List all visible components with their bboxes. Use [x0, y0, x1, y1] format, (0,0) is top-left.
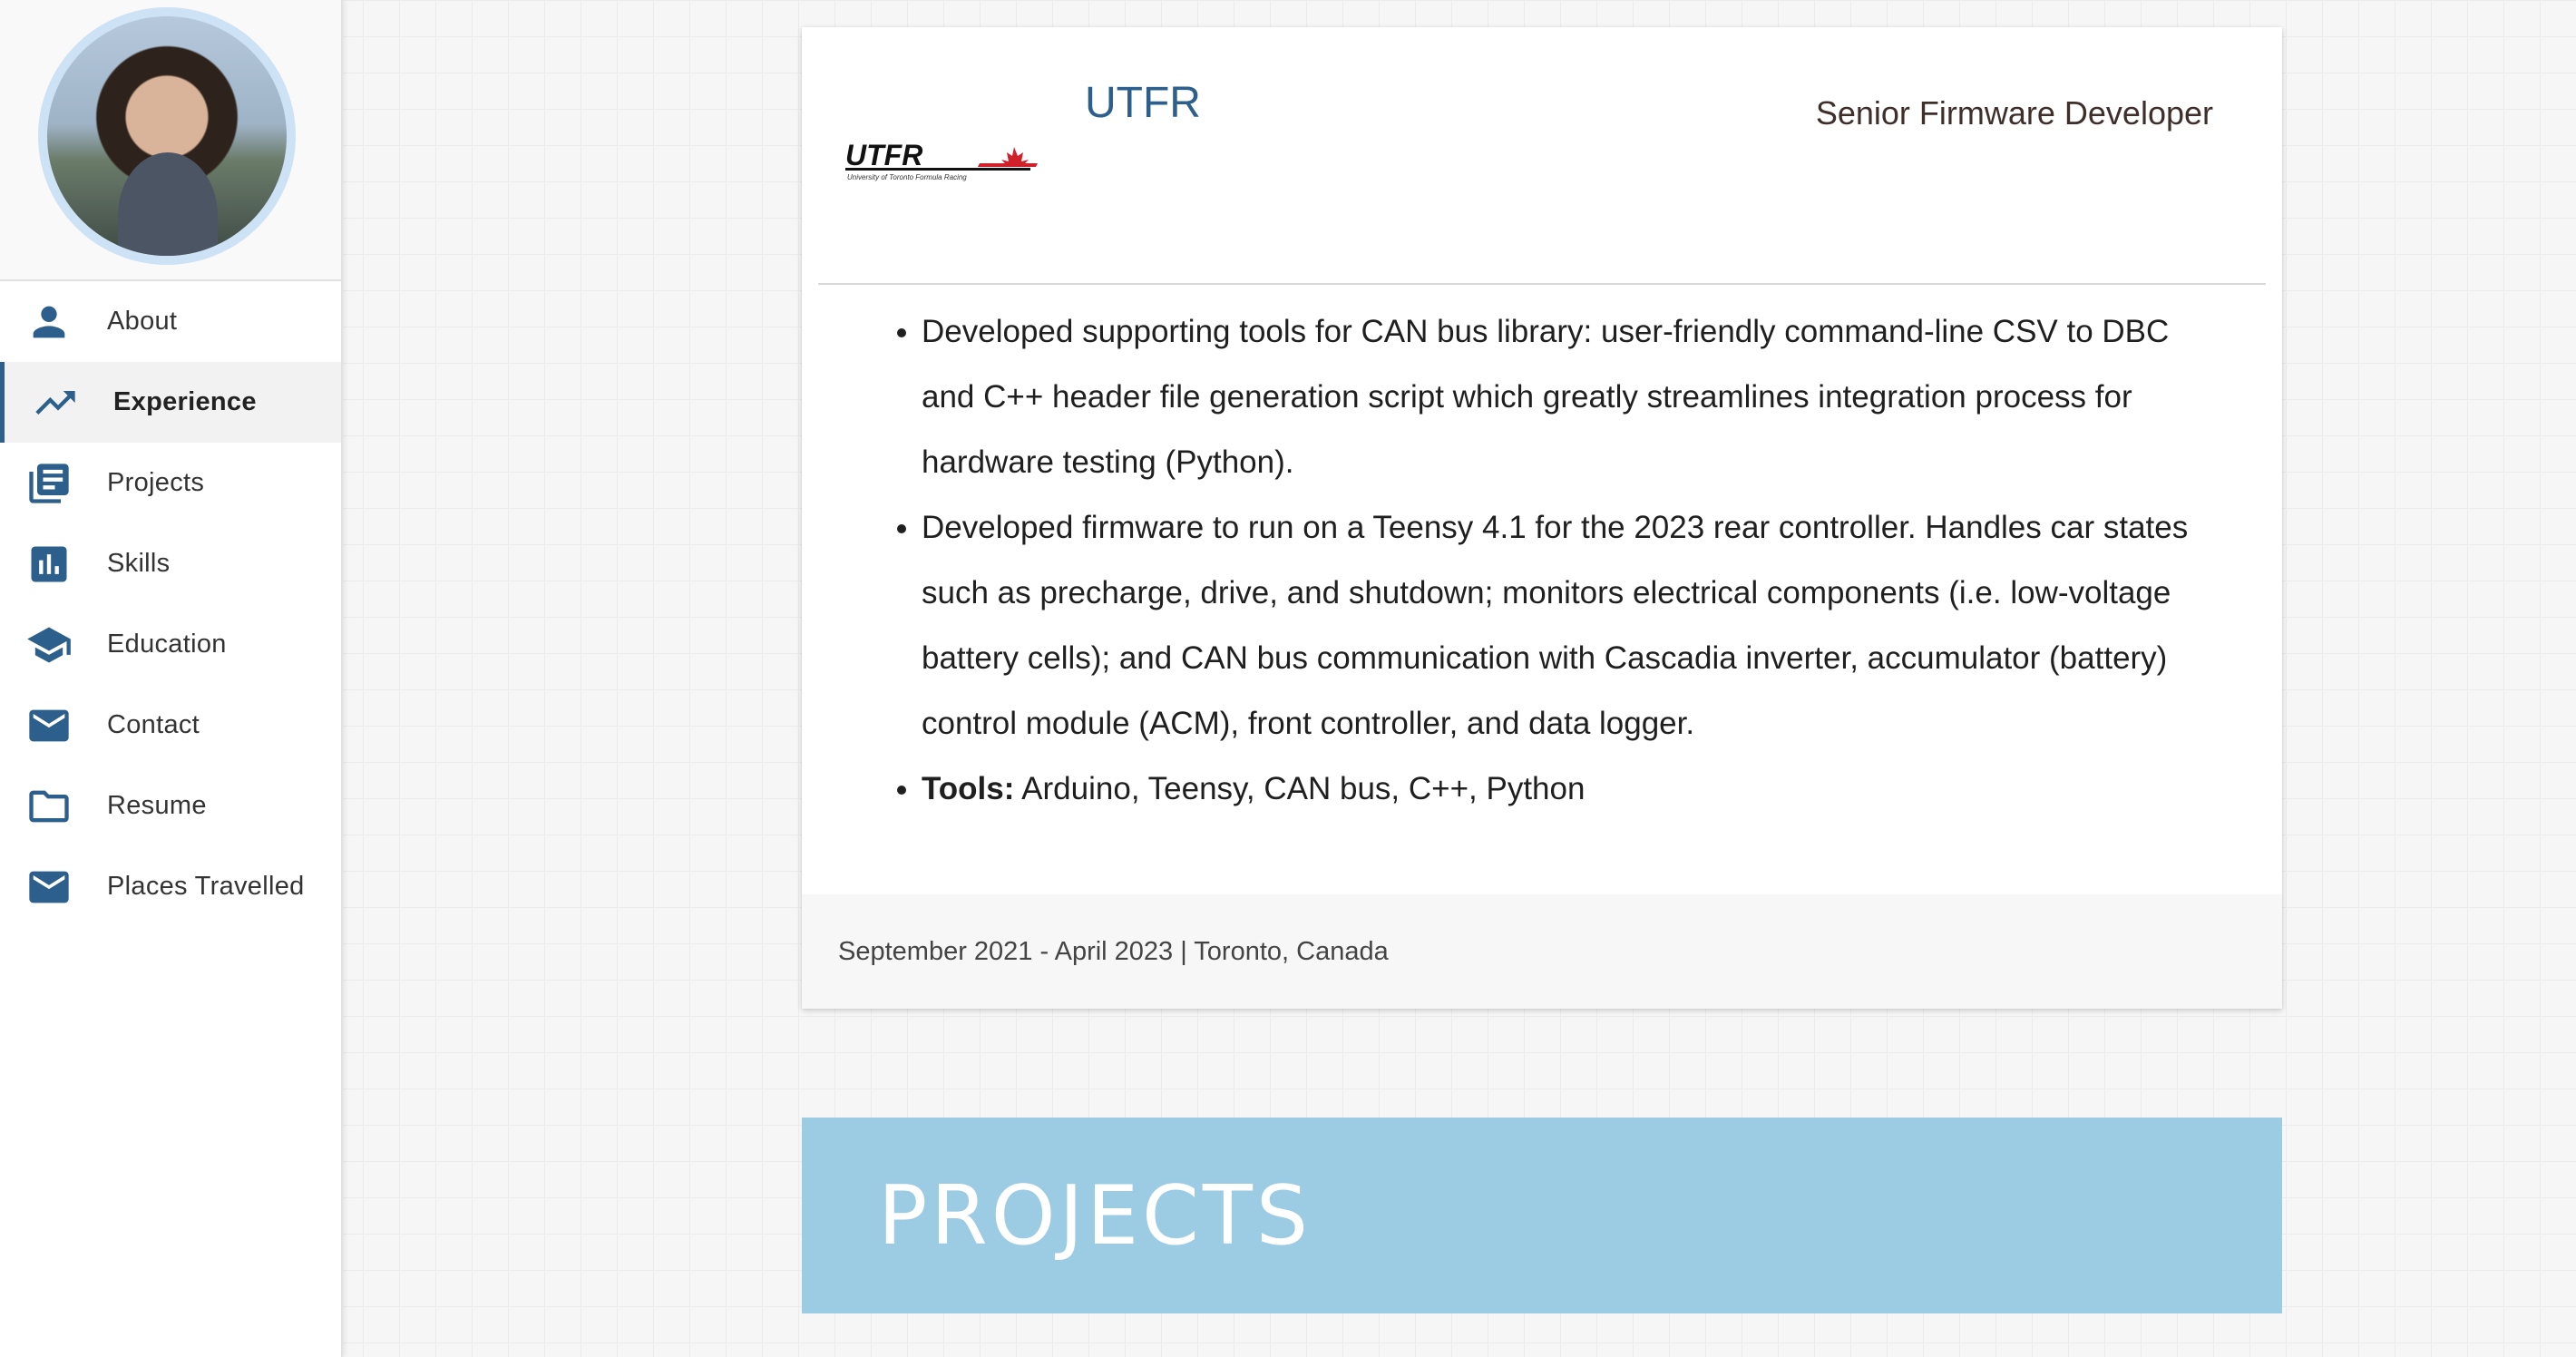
tools-value: Arduino, Teensy, CAN bus, C++, Python — [1014, 771, 1586, 806]
sidebar-item-label: Contact — [107, 710, 200, 739]
profile-header — [0, 0, 341, 281]
divider — [818, 283, 2266, 285]
sidebar-item-skills[interactable]: Skills — [0, 523, 341, 604]
sidebar-item-label: Experience — [113, 387, 257, 416]
bullet-list: Developed supporting tools for CAN bus l… — [883, 299, 2219, 822]
sidebar-item-contact[interactable]: Contact — [0, 685, 341, 766]
sidebar-item-label: About — [107, 307, 178, 336]
sidebar-item-projects[interactable]: Projects — [0, 443, 341, 523]
sidebar-item-about[interactable]: About — [0, 281, 341, 362]
bar-chart-icon — [25, 541, 78, 588]
library-books-icon — [25, 460, 78, 507]
date-location: September 2021 - April 2023 | Toronto, C… — [838, 936, 1389, 966]
avatar — [38, 7, 296, 265]
mail-icon — [25, 702, 78, 749]
company-name: UTFR — [1085, 79, 1201, 127]
sidebar-nav: About Experience Projects Skills Educati… — [0, 281, 341, 927]
folder-icon — [25, 783, 78, 830]
projects-heading: PROJECTS — [878, 1167, 1312, 1264]
sidebar-item-label: Skills — [107, 549, 171, 578]
job-title: Senior Firmware Developer — [1815, 94, 2213, 132]
tools-label: Tools: — [922, 771, 1015, 806]
experience-card-header: UTFR University of Toronto Formula Racin… — [802, 27, 2282, 285]
sidebar-item-education[interactable]: Education — [0, 604, 341, 685]
sidebar: About Experience Projects Skills Educati… — [0, 0, 343, 1357]
person-icon — [25, 298, 78, 346]
sidebar-item-label: Resume — [107, 791, 207, 820]
list-item: Tools: Arduino, Teensy, CAN bus, C++, Py… — [922, 757, 2219, 822]
list-item: Developed firmware to run on a Teensy 4.… — [922, 495, 2219, 757]
utfr-logo: UTFR University of Toronto Formula Racin… — [845, 139, 1038, 181]
projects-section-banner: PROJECTS — [802, 1118, 2282, 1313]
sidebar-item-experience[interactable]: Experience — [0, 362, 341, 443]
mail-icon — [25, 864, 78, 911]
svg-text:University of Toronto Formula: University of Toronto Formula Racing — [847, 173, 967, 181]
trending-up-icon — [32, 379, 84, 426]
sidebar-item-label: Education — [107, 630, 227, 659]
svg-text:UTFR: UTFR — [845, 139, 922, 171]
experience-card: UTFR University of Toronto Formula Racin… — [802, 27, 2282, 1009]
sidebar-item-label: Places Travelled — [107, 872, 305, 901]
sidebar-item-label: Projects — [107, 468, 205, 497]
school-icon — [25, 621, 78, 669]
list-item: Developed supporting tools for CAN bus l… — [922, 299, 2219, 495]
sidebar-item-resume[interactable]: Resume — [0, 766, 341, 846]
experience-card-footer: September 2021 - April 2023 | Toronto, C… — [802, 894, 2282, 1009]
experience-description: Developed supporting tools for CAN bus l… — [802, 299, 2282, 822]
sidebar-item-places-travelled[interactable]: Places Travelled — [0, 846, 341, 927]
